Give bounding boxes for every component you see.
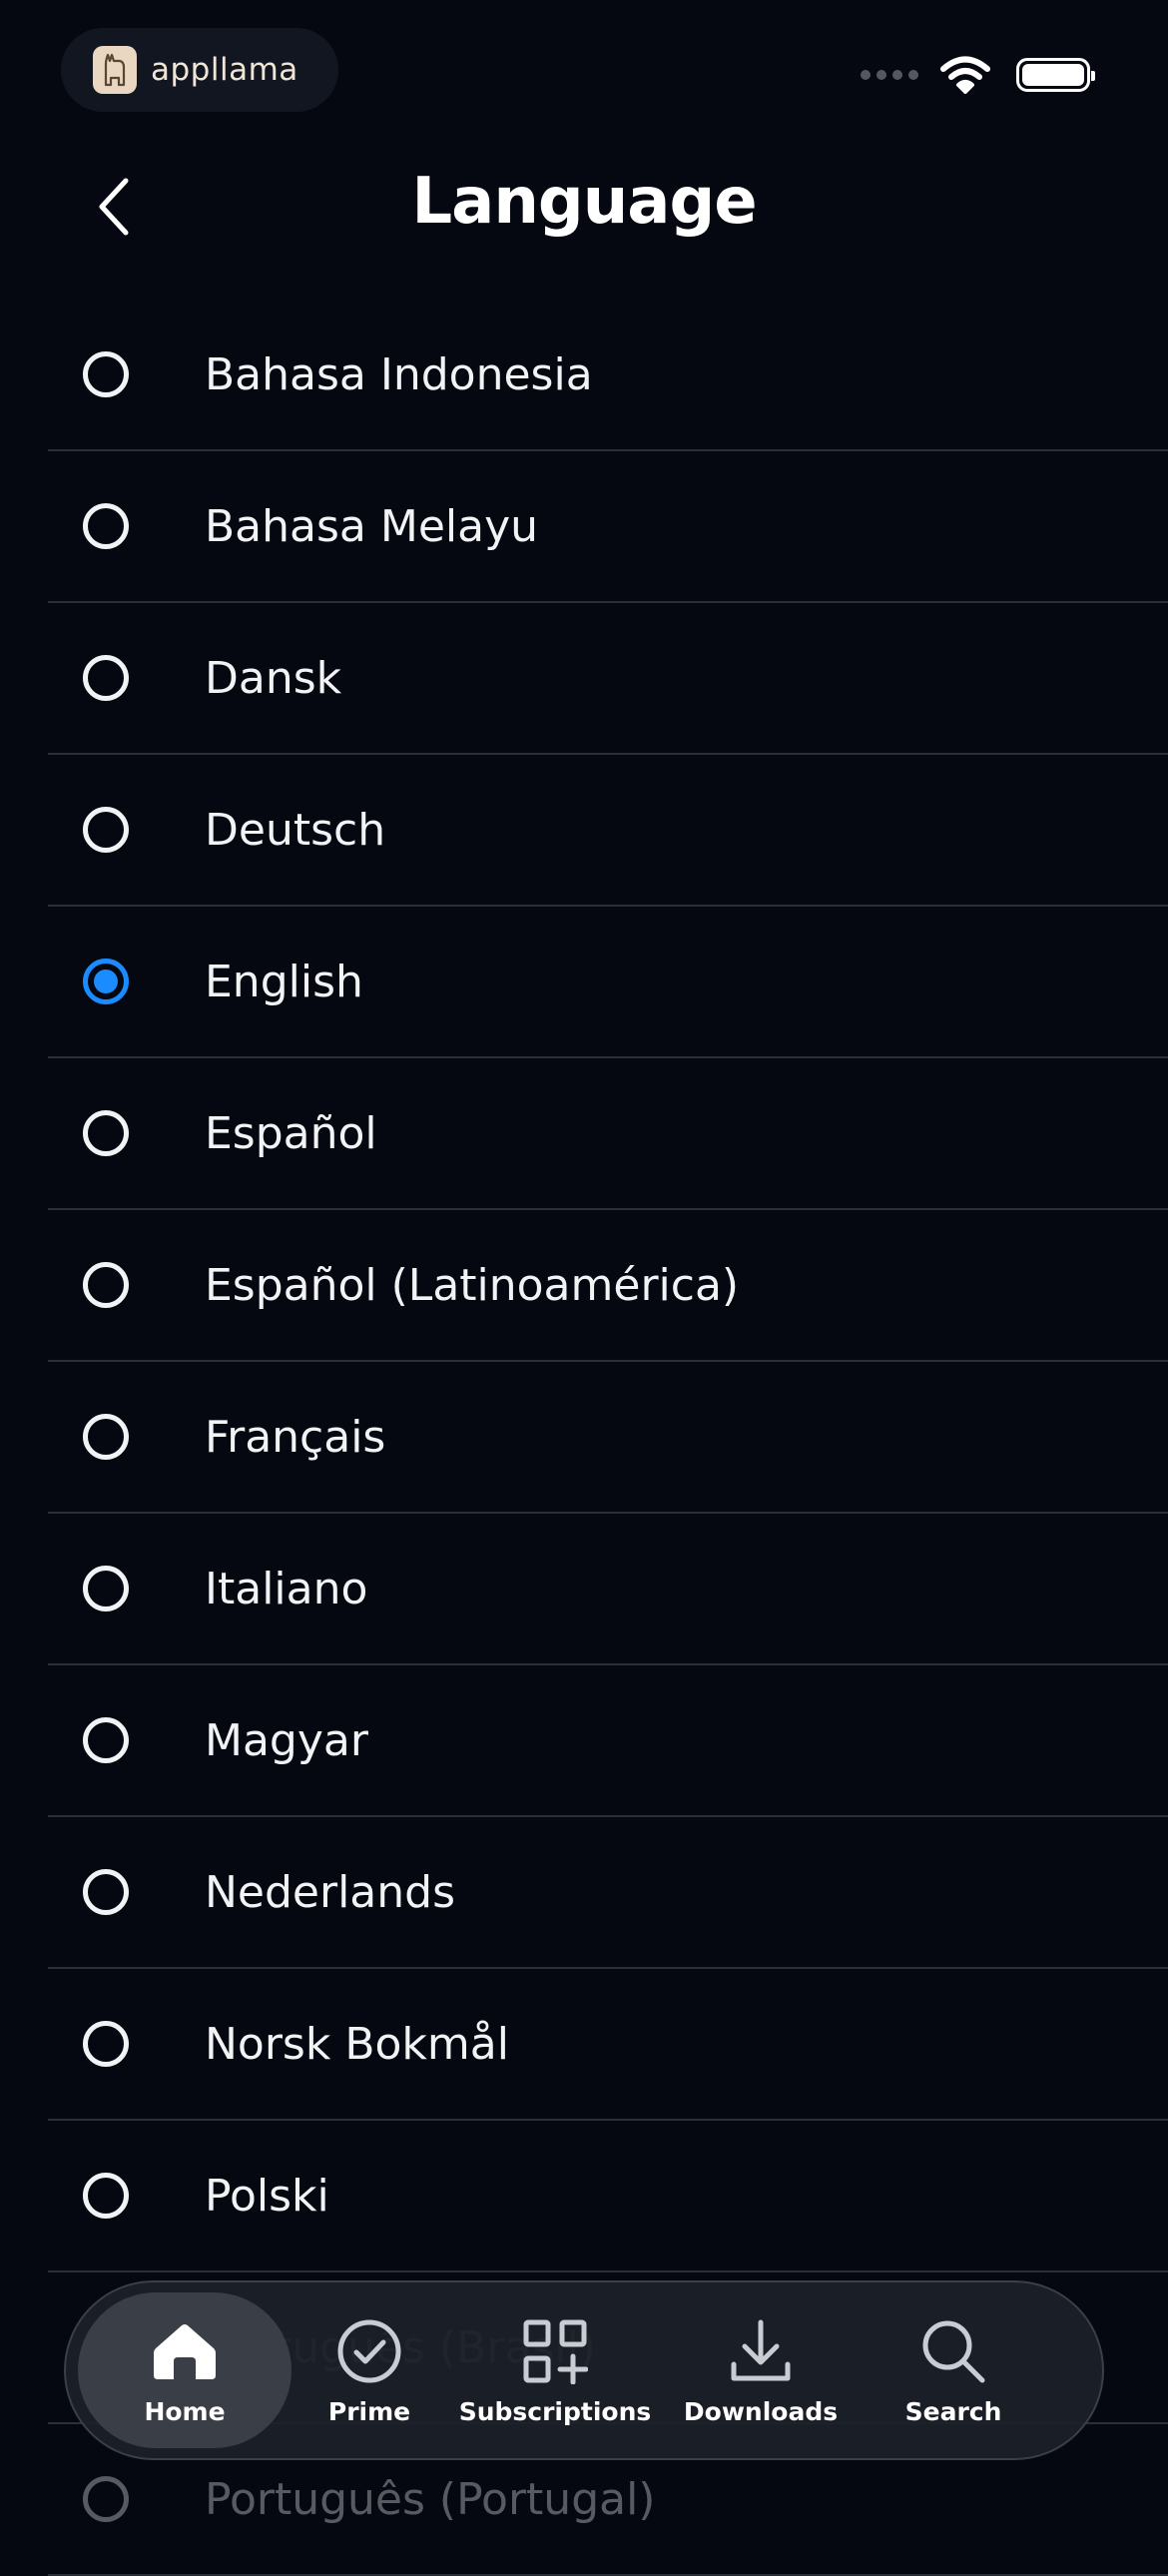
language-option[interactable]: Italiano [48,1514,1168,1665]
bottom-navigation: Home Prime Subscriptions Downloads Searc… [64,2280,1104,2460]
language-option[interactable]: Español (Latinoamérica) [48,1210,1168,1362]
radio-unselected-icon[interactable] [83,1566,129,1611]
radio-unselected-icon[interactable] [83,503,129,549]
nav-label-subscriptions: Subscriptions [458,2396,652,2426]
page-title: Language [411,165,757,239]
radio-unselected-icon[interactable] [83,1869,129,1915]
nav-label-prime: Prime [327,2396,411,2426]
home-icon [154,2323,216,2379]
nav-home[interactable]: Home [78,2292,292,2448]
language-label: Bahasa Indonesia [205,348,593,400]
radio-dot [94,969,118,993]
nav-search[interactable]: Search [859,2292,1048,2448]
language-list: Bahasa Indonesia Bahasa Melayu Dansk Deutsc… [48,300,1168,2576]
radio-unselected-icon[interactable] [83,2476,129,2522]
radio-selected-icon[interactable] [83,959,129,1004]
language-option[interactable]: Español [48,1058,1168,1210]
nav-label-search: Search [904,2396,1002,2426]
download-icon [731,2319,791,2380]
wifi-icon [940,56,990,94]
radio-unselected-icon[interactable] [83,655,129,701]
cellular-signal-icon [861,70,918,80]
radio-unselected-icon[interactable] [83,1414,129,1460]
language-option[interactable]: Français [48,1362,1168,1514]
brand-name: appllama [151,52,298,88]
language-option[interactable]: Dansk [48,603,1168,755]
language-option[interactable]: Deutsch [48,755,1168,907]
radio-unselected-icon[interactable] [83,2021,129,2067]
llama-logo-icon [93,46,137,94]
nav-subscriptions[interactable]: Subscriptions [447,2292,663,2448]
language-option[interactable]: Polski [48,2121,1168,2272]
language-label: English [205,956,363,1007]
language-option[interactable]: Bahasa Indonesia [48,300,1168,451]
search-icon [922,2320,985,2382]
radio-unselected-icon[interactable] [83,1717,129,1763]
language-option[interactable]: Norsk Bokmål [48,1969,1168,2121]
language-label: Português (Portugal) [205,2473,656,2525]
language-option[interactable]: Bahasa Melayu [48,451,1168,603]
grid-plus-icon [523,2319,588,2384]
language-label: Italiano [205,1563,368,1614]
language-option[interactable]: Nederlands [48,1817,1168,1969]
brand-badge: appllama [61,28,338,112]
radio-unselected-icon[interactable] [83,351,129,397]
language-label: Nederlands [205,1866,456,1918]
language-label: Français [205,1411,386,1463]
battery-icon [1016,58,1095,92]
nav-label-downloads: Downloads [683,2396,839,2426]
language-label: Bahasa Melayu [205,500,539,552]
language-label: Deutsch [205,804,386,856]
check-circle-icon [337,2319,401,2382]
nav-downloads[interactable]: Downloads [663,2292,859,2448]
language-option[interactable]: Magyar [48,1665,1168,1817]
nav-prime[interactable]: Prime [292,2292,447,2448]
language-label: Dansk [205,652,342,704]
nav-label-home: Home [144,2396,226,2426]
radio-unselected-icon[interactable] [83,1262,129,1308]
language-label: Magyar [205,1714,368,1766]
language-label: Español [205,1107,377,1159]
radio-unselected-icon[interactable] [83,807,129,853]
status-indicators [861,56,1095,94]
language-label: Polski [205,2170,329,2222]
language-option[interactable]: English [48,907,1168,1058]
radio-unselected-icon[interactable] [83,1110,129,1156]
language-label: Norsk Bokmål [205,2018,509,2070]
radio-unselected-icon[interactable] [83,2173,129,2219]
language-label: Español (Latinoamérica) [205,1259,740,1311]
